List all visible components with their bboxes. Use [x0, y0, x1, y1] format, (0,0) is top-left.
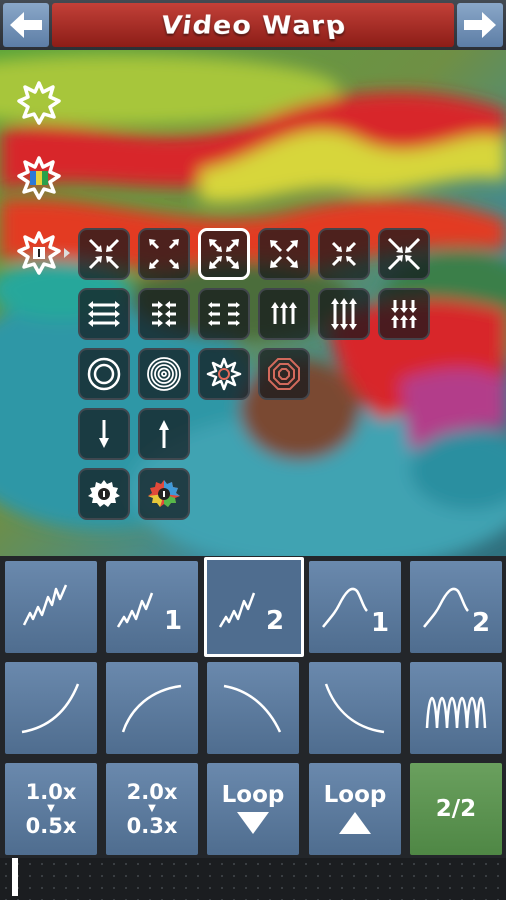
small-down-icon: ▼ — [47, 803, 55, 814]
pinch-in-icon — [88, 238, 120, 270]
effect-vertical-swipe[interactable] — [258, 288, 310, 340]
curve-number-2: 2 — [266, 606, 284, 636]
warped-video-frame — [0, 50, 506, 556]
loop-down-label: Loop — [221, 782, 285, 808]
warp-mode-button[interactable] — [16, 80, 62, 126]
zigzag-curve-icon — [22, 584, 68, 626]
title-banner: Video Warp — [52, 3, 454, 47]
triangle-down-icon — [236, 812, 269, 834]
timeline-track[interactable] — [0, 858, 506, 900]
curve-number-1: 1 — [164, 606, 182, 636]
color-gear-icon — [148, 480, 180, 507]
back-button[interactable] — [3, 3, 49, 47]
speed-2-top: 2.0x — [126, 780, 178, 804]
ripple-many-icon — [147, 357, 181, 391]
decay-curve-button[interactable] — [207, 662, 299, 754]
star-burst-icon — [17, 81, 61, 125]
wave-curve-icon — [425, 696, 487, 729]
burst-star-icon — [206, 357, 242, 391]
effect-arrow-up[interactable] — [138, 408, 190, 460]
effect-ripple-many[interactable] — [138, 348, 190, 400]
loop-down-button[interactable]: Loop — [207, 763, 299, 855]
forward-button[interactable] — [457, 3, 503, 47]
ripple-octagon-icon — [268, 358, 300, 390]
small-down-icon: ▼ — [148, 803, 156, 814]
effect-horizontal-split[interactable] — [198, 288, 250, 340]
loop-up-label: Loop — [323, 782, 387, 808]
shrink-center-icon — [387, 237, 421, 271]
color-mode-button[interactable] — [16, 155, 62, 201]
speed-1-bottom: 0.5x — [25, 814, 77, 838]
page-indicator: 2/2 — [435, 796, 477, 822]
arrow-down-icon — [99, 420, 109, 448]
horizontal-split-icon — [208, 302, 240, 326]
vertical-split-icon — [391, 300, 417, 328]
effect-arrow-down[interactable] — [78, 408, 130, 460]
fall-curve-button[interactable] — [309, 662, 401, 754]
curve-number-1b: 1 — [371, 608, 389, 637]
triangle-up-icon — [338, 812, 371, 834]
ripple-ring-icon — [87, 357, 121, 391]
smooth-curve-2-icon: 2 — [423, 587, 490, 637]
arrow-up-icon — [159, 420, 169, 448]
wave-curve-button[interactable] — [410, 662, 502, 754]
speed-1-top: 1.0x — [25, 780, 77, 804]
speed-1-button[interactable]: 1.0x ▼ 0.5x — [5, 763, 97, 855]
smooth-curve-1-icon: 1 — [322, 587, 389, 637]
timeline-playhead[interactable] — [12, 858, 18, 896]
control-panel: 1 2 1 2 1.0x ▼ 0.5x 2.0x ▼ 0.3x Loop Loo… — [0, 556, 506, 900]
effect-burst-star[interactable] — [198, 348, 250, 400]
settings-gear-icon — [88, 480, 120, 507]
arrow-right-icon — [464, 12, 496, 38]
curve-number-2b: 2 — [472, 608, 490, 637]
loop-up-button[interactable]: Loop — [309, 763, 401, 855]
vertical-push-icon — [331, 298, 357, 330]
vertical-swipe-icon — [271, 302, 297, 324]
ease-out-curve-button[interactable] — [106, 662, 198, 754]
effect-shrink-center[interactable] — [378, 228, 430, 280]
star-burst-color-icon — [17, 156, 61, 200]
effect-expand-corners[interactable] — [138, 228, 190, 280]
pinch-small-icon — [331, 241, 357, 267]
curve-zigzag-1-button[interactable]: 1 — [106, 561, 198, 653]
curve-smooth-2-button[interactable]: 2 — [410, 561, 502, 653]
star-burst-info-icon — [17, 231, 70, 275]
effect-vertical-push[interactable] — [318, 288, 370, 340]
top-bar: Video Warp — [0, 0, 506, 50]
curve-zigzag-2-button[interactable]: 2 — [204, 557, 304, 657]
effect-horizontal-push[interactable] — [138, 288, 190, 340]
speed-2-button[interactable]: 2.0x ▼ 0.3x — [106, 763, 198, 855]
horizontal-swipe-icon — [88, 301, 120, 327]
ease-in-curve-icon — [21, 683, 80, 734]
expand-corners-icon — [149, 239, 179, 269]
stretch-out-icon — [270, 240, 298, 268]
effect-settings-gear[interactable] — [78, 468, 130, 520]
effect-pinch-small[interactable] — [318, 228, 370, 280]
pinch-selected-icon — [208, 238, 240, 270]
curve-zigzag-button[interactable] — [5, 561, 97, 653]
effect-menu-button[interactable] — [16, 230, 70, 276]
effect-stretch-out[interactable] — [258, 228, 310, 280]
effect-vertical-split[interactable] — [378, 288, 430, 340]
curve-smooth-1-button[interactable]: 1 — [309, 561, 401, 653]
ease-out-curve-icon — [121, 684, 182, 733]
effect-color-gear[interactable] — [138, 468, 190, 520]
effect-horizontal-swipe[interactable] — [78, 288, 130, 340]
effect-ripple-ring[interactable] — [78, 348, 130, 400]
fall-curve-icon — [324, 683, 385, 734]
app-title: Video Warp — [157, 10, 348, 40]
arrow-left-icon — [10, 12, 42, 38]
page-toggle-button[interactable]: 2/2 — [410, 763, 502, 855]
zigzag-curve-2-icon: 2 — [218, 592, 284, 636]
zigzag-curve-1-icon: 1 — [116, 592, 182, 636]
decay-curve-icon — [223, 684, 282, 733]
speed-2-bottom: 0.3x — [126, 814, 178, 838]
ease-in-curve-button[interactable] — [5, 662, 97, 754]
video-preview[interactable] — [0, 50, 506, 556]
horizontal-push-icon — [152, 301, 176, 327]
effect-pinch-in[interactable] — [78, 228, 130, 280]
effect-ripple-octagon[interactable] — [258, 348, 310, 400]
effect-pinch-selected[interactable] — [198, 228, 250, 280]
